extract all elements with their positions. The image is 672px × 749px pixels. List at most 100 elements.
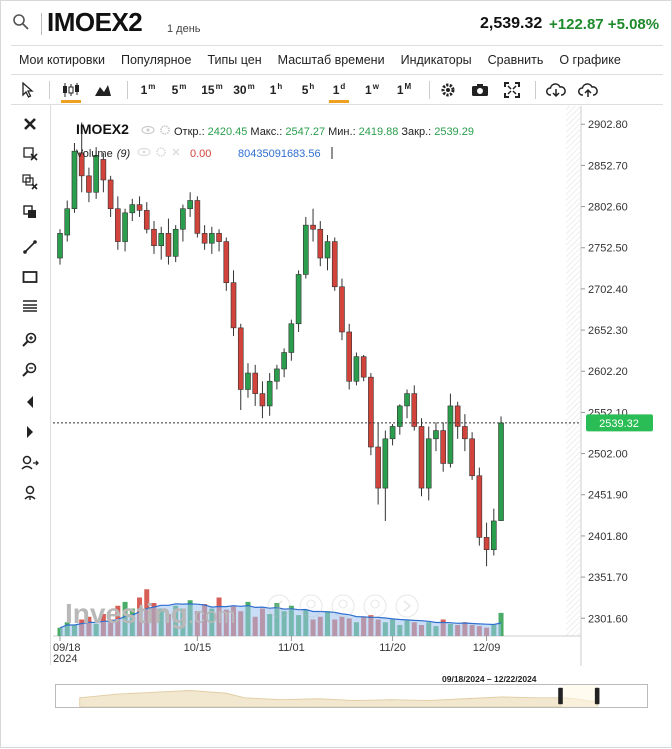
candle-body	[447, 405, 454, 464]
candle-body	[490, 520, 497, 551]
y-tick-label: 2702.40	[588, 284, 628, 296]
candle-body	[201, 233, 208, 244]
close-value: 2539.29	[434, 126, 474, 138]
open-label: Откр.:	[174, 126, 205, 138]
watermark-brand: Investing	[65, 598, 188, 629]
navigator-right-handle[interactable]	[594, 687, 600, 705]
candle-body	[245, 372, 251, 390]
candle-body	[115, 208, 121, 242]
candle-body	[346, 331, 353, 382]
volume-ma-value: 80435091683.56	[238, 148, 321, 160]
candle-body	[237, 327, 244, 390]
candle-body	[64, 208, 71, 236]
candle-body	[266, 380, 273, 407]
y-tick-label: 2301.60	[588, 613, 628, 625]
y-tick-label: 2752.50	[588, 243, 628, 255]
candle-body	[440, 430, 446, 464]
candle-body	[100, 159, 107, 181]
plot-area[interactable]	[53, 106, 580, 666]
candle-body	[209, 233, 215, 244]
candle-body	[151, 228, 157, 246]
chart-widget: IMOEX2 1 день 2,539.32 +122.87 +5.08% Мо…	[0, 0, 672, 748]
candle-body	[483, 537, 490, 551]
candle-body	[368, 376, 374, 448]
candle-body	[295, 274, 302, 325]
y-tick-label: 2451.90	[588, 490, 628, 502]
candle-body	[425, 438, 432, 489]
x-tick-label: 11/01	[278, 642, 305, 654]
candle-body	[136, 204, 143, 211]
candle-body	[462, 426, 468, 440]
legend-symbol: IMOEX2	[76, 121, 129, 137]
candle-body	[187, 200, 193, 210]
x-tick-sublabel: 2024	[53, 653, 77, 665]
candle-body	[411, 393, 418, 427]
candle-body	[194, 200, 201, 234]
candle-body	[498, 422, 504, 521]
navigator-range-label: 09/18/2024 – 12/22/2024	[442, 674, 537, 684]
candle-body	[288, 323, 295, 353]
candle-body	[274, 368, 280, 382]
candle-body	[476, 475, 483, 538]
navigator-left-handle[interactable]	[558, 687, 563, 705]
y-tick-label: 2652.30	[588, 325, 628, 337]
candle-body	[353, 356, 360, 382]
candle-body	[339, 286, 345, 333]
candle-body	[389, 426, 396, 440]
y-tick-label: 2902.80	[588, 119, 628, 131]
high-label: Макс.:	[250, 126, 282, 138]
candle-body	[303, 224, 309, 275]
x-tick-label: 11/20	[379, 642, 406, 654]
candle-body	[433, 430, 439, 440]
y-tick-label: 2802.60	[588, 202, 628, 214]
candle-body	[230, 282, 237, 329]
legend-ohlc: Откр.: 2420.45 Макс.: 2547.27 Мин.: 2419.88 За…	[174, 126, 474, 138]
navigator[interactable]	[55, 684, 648, 708]
close-label: Закр.:	[401, 126, 431, 138]
candle-body	[172, 228, 179, 257]
candle-body	[57, 233, 63, 259]
volume-param: (9)	[117, 148, 131, 160]
candle-body	[129, 204, 136, 214]
candle-body	[375, 446, 381, 489]
x-tick-label: 12/09	[473, 642, 501, 654]
low-label: Мин.:	[328, 126, 356, 138]
last-price-label: 2539.32	[599, 418, 639, 430]
y-tick-label: 2502.00	[588, 449, 628, 461]
y-tick-label: 2852.70	[588, 160, 628, 172]
candle-body	[122, 212, 128, 242]
high-value: 2547.27	[285, 126, 325, 138]
future-area-hatch	[566, 106, 580, 636]
candle-body	[404, 393, 410, 407]
candle-body	[382, 438, 389, 489]
candle-body	[331, 241, 338, 288]
price-chart[interactable]: 2902.80 2852.70 2802.60 2752.50 2702.40 2652.…	[1, 1, 672, 749]
candle-body	[324, 241, 331, 259]
y-tick-label: 2602.20	[588, 366, 628, 378]
candle-body	[469, 438, 475, 477]
legend-volume: Volume (9)	[76, 148, 130, 160]
candle-body	[158, 233, 165, 246]
navigator-window[interactable]	[561, 685, 598, 707]
candle-body	[180, 208, 186, 230]
x-tick-label: 10/15	[184, 642, 212, 654]
volume-label: Volume	[76, 148, 113, 160]
y-tick-label: 2351.70	[588, 572, 628, 584]
candle-body	[86, 175, 92, 193]
candle-body	[143, 210, 150, 230]
candle-body	[223, 241, 230, 283]
candle-body	[93, 155, 99, 193]
watermark-logo: Investing.com	[65, 598, 236, 629]
candle-body	[418, 426, 425, 489]
candle-body	[317, 228, 324, 259]
y-tick-label: 2401.80	[588, 531, 628, 543]
candle-body	[165, 233, 172, 257]
volume-value: 0.00	[190, 148, 211, 160]
low-value: 2419.88	[359, 126, 399, 138]
candle-body	[259, 393, 266, 407]
watermark-suffix: .com	[188, 603, 236, 628]
navigator-series	[79, 690, 599, 707]
price-axis: 2902.80 2852.70 2802.60 2752.50 2702.40 2652.…	[581, 119, 628, 625]
candle-body	[360, 356, 367, 378]
candle-body	[216, 233, 222, 242]
